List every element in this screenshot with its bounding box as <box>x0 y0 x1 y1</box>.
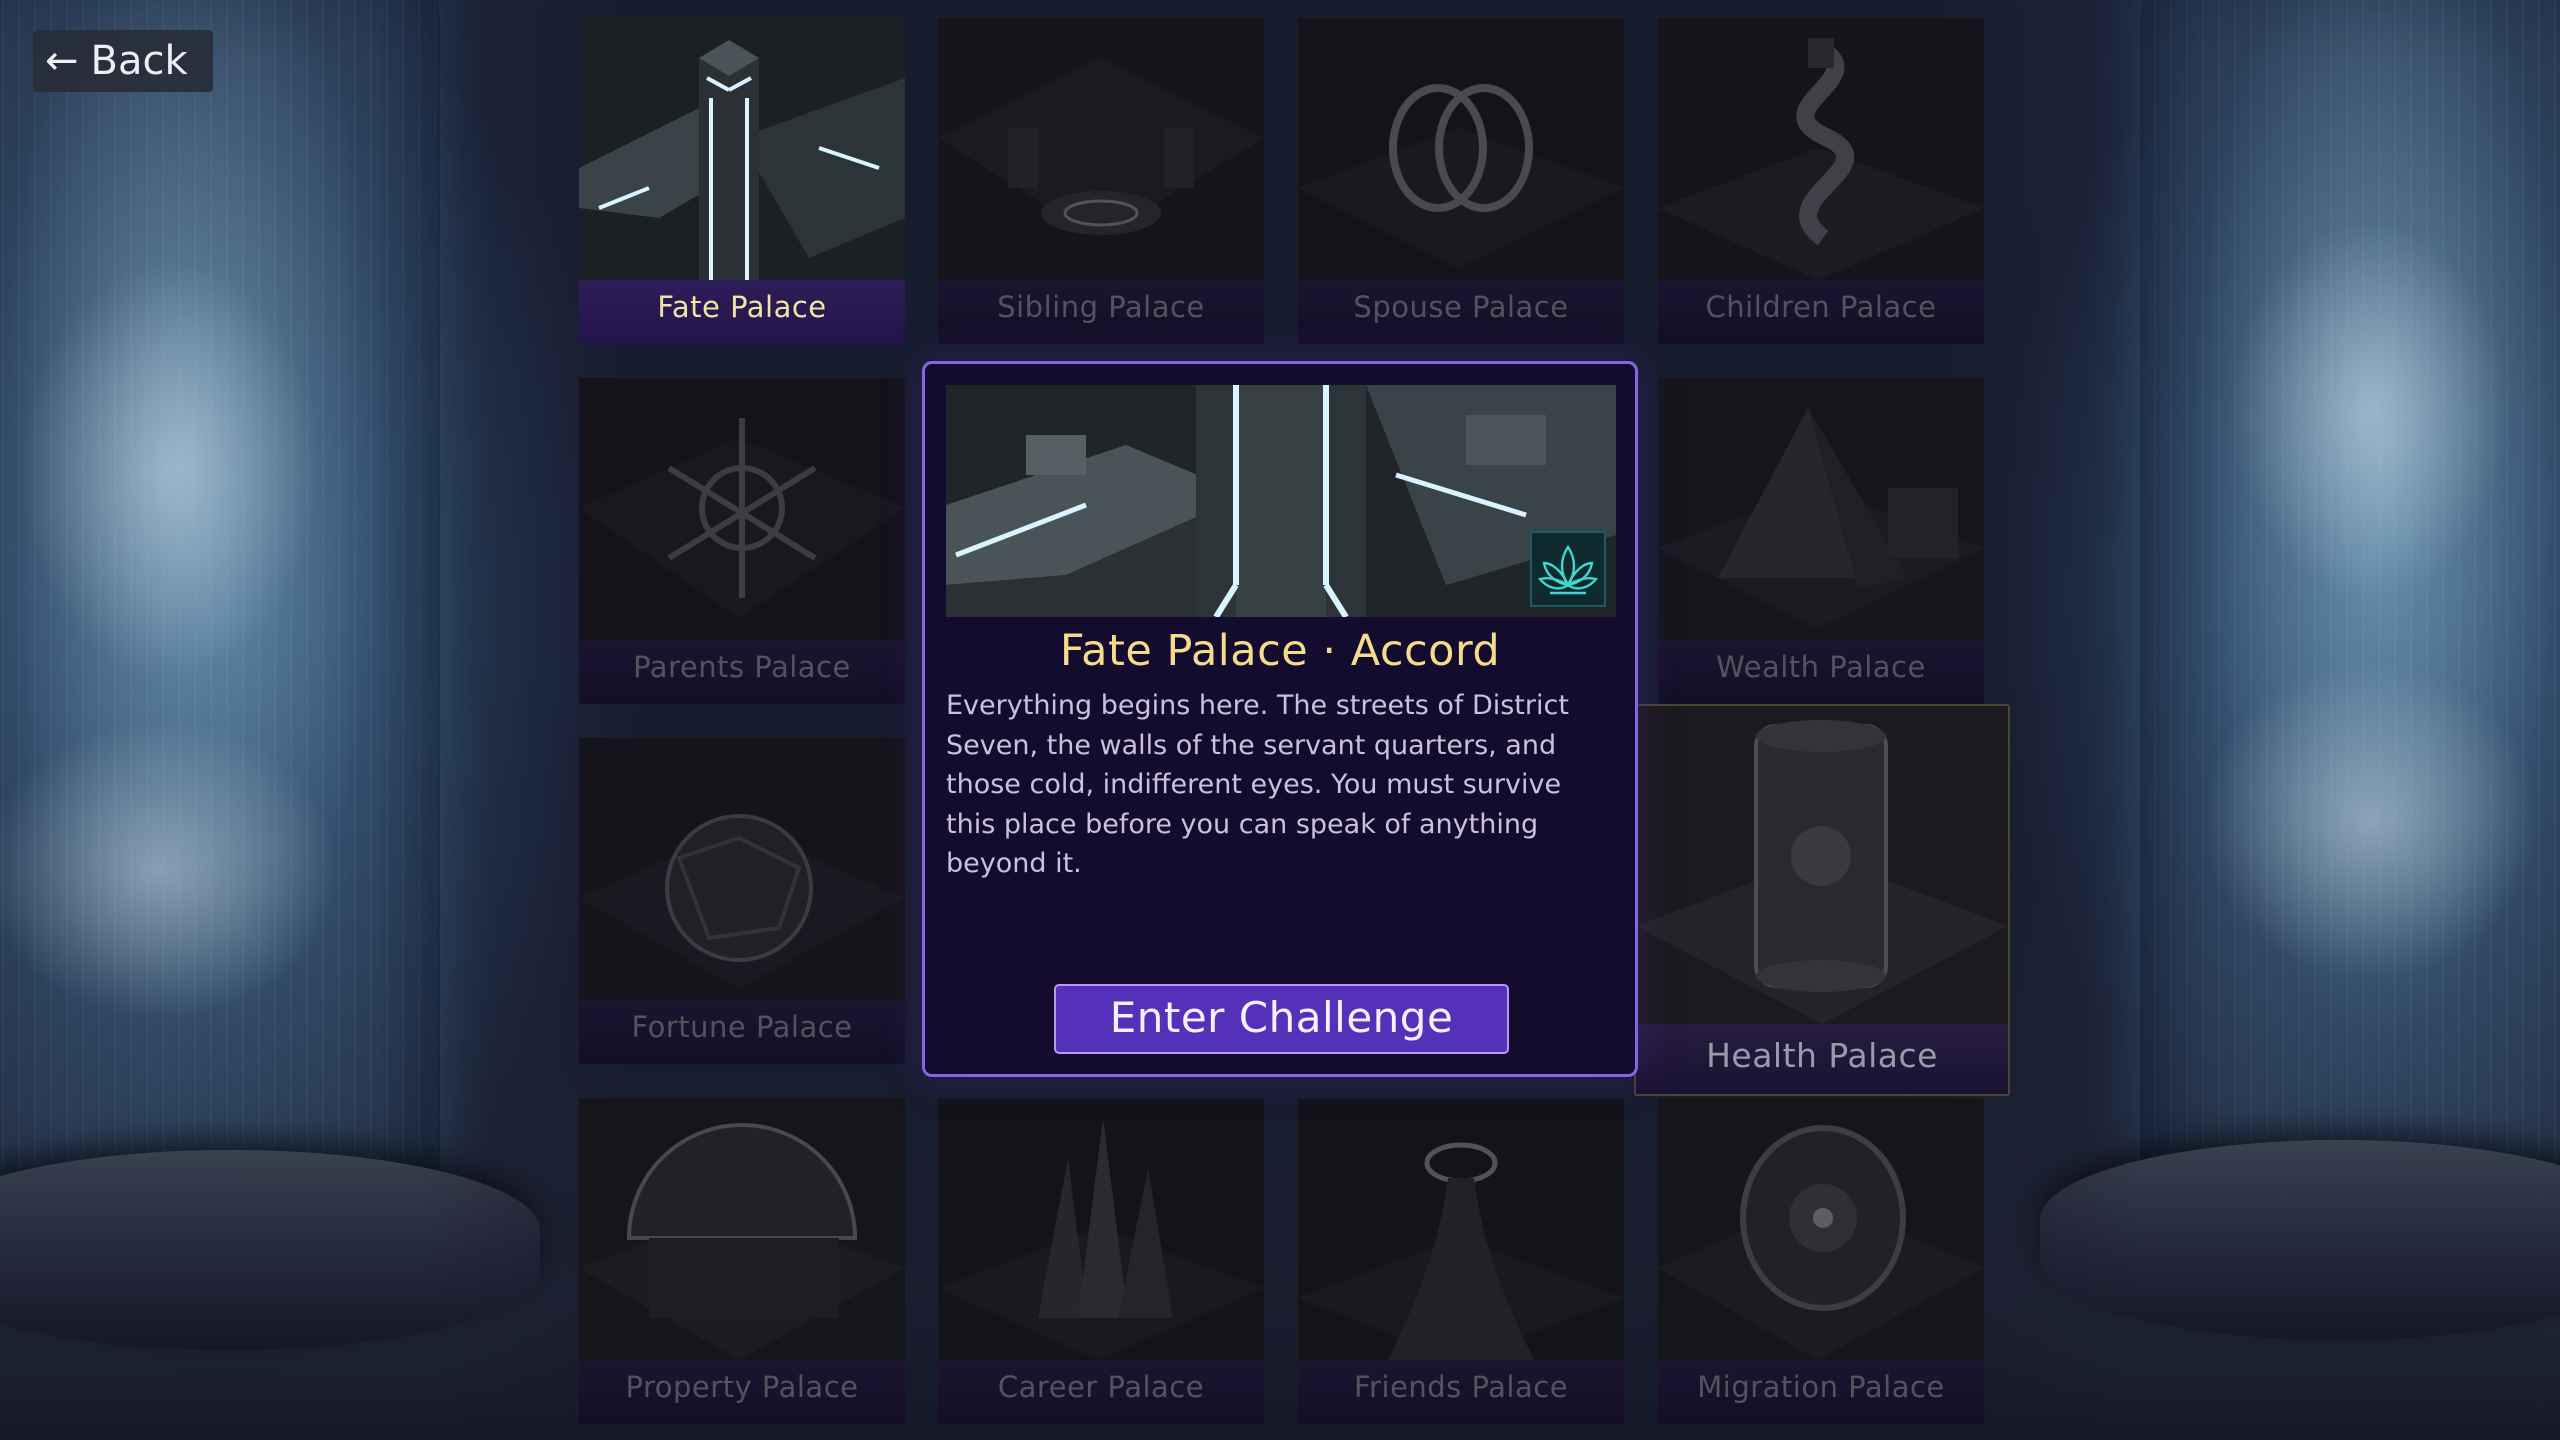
palace-hero-image <box>946 385 1616 617</box>
palace-tile-fate[interactable]: Fate Palace <box>579 18 905 344</box>
parents-palace-art <box>579 378 905 640</box>
palace-label: Property Palace <box>579 1360 905 1424</box>
palace-label: Migration Palace <box>1658 1360 1984 1424</box>
palace-label: Children Palace <box>1658 280 1984 344</box>
fortune-palace-art <box>579 738 905 1000</box>
left-glass-tube <box>0 0 440 1220</box>
palace-tile-children[interactable]: Children Palace <box>1658 18 1984 344</box>
right-glass-tube <box>2140 0 2560 1220</box>
fate-palace-art <box>579 18 905 280</box>
migration-palace-art <box>1658 1098 1984 1360</box>
palace-tile-friends[interactable]: Friends Palace <box>1298 1098 1624 1424</box>
palace-label: Health Palace <box>1636 1024 2008 1094</box>
wealth-palace-art <box>1658 378 1984 640</box>
palace-label: Career Palace <box>938 1360 1264 1424</box>
property-palace-art <box>579 1098 905 1360</box>
palace-tile-fortune[interactable]: Fortune Palace <box>579 738 905 1064</box>
lotus-icon <box>1530 531 1606 607</box>
palace-tile-property[interactable]: Property Palace <box>579 1098 905 1424</box>
health-palace-art <box>1636 706 2008 1024</box>
palace-detail-title: Fate Palace · Accord <box>1059 626 1501 676</box>
children-palace-art <box>1658 18 1984 280</box>
friends-palace-art <box>1298 1098 1624 1360</box>
palace-tile-parents[interactable]: Parents Palace <box>579 378 905 704</box>
palace-detail-panel: Fate Palace · Accord Everything begins h… <box>922 361 1638 1077</box>
back-label: Back <box>90 38 188 84</box>
palace-detail-description: Everything begins here. The streets of D… <box>946 690 1569 879</box>
palace-tile-migration[interactable]: Migration Palace <box>1658 1098 1984 1424</box>
palace-tile-sibling[interactable]: Sibling Palace <box>938 18 1264 344</box>
spouse-palace-art <box>1298 18 1624 280</box>
palace-label: Friends Palace <box>1298 1360 1624 1424</box>
palace-tile-spouse[interactable]: Spouse Palace <box>1298 18 1624 344</box>
palace-label: Parents Palace <box>579 640 905 704</box>
back-button[interactable]: ← Back <box>33 30 213 92</box>
palace-tile-health[interactable]: Health Palace <box>1634 704 2010 1096</box>
career-palace-art <box>938 1098 1264 1360</box>
palace-label: Fortune Palace <box>579 1000 905 1064</box>
palace-label: Fate Palace <box>579 280 905 344</box>
left-arrow-icon: ← <box>45 38 79 84</box>
palace-label: Wealth Palace <box>1658 640 1984 704</box>
palace-label: Spouse Palace <box>1298 280 1624 344</box>
palace-tile-wealth[interactable]: Wealth Palace <box>1658 378 1984 704</box>
enter-challenge-button[interactable]: Enter Challenge <box>1054 984 1509 1054</box>
palace-label: Sibling Palace <box>938 280 1264 344</box>
sibling-palace-art <box>938 18 1264 280</box>
palace-tile-career[interactable]: Career Palace <box>938 1098 1264 1424</box>
